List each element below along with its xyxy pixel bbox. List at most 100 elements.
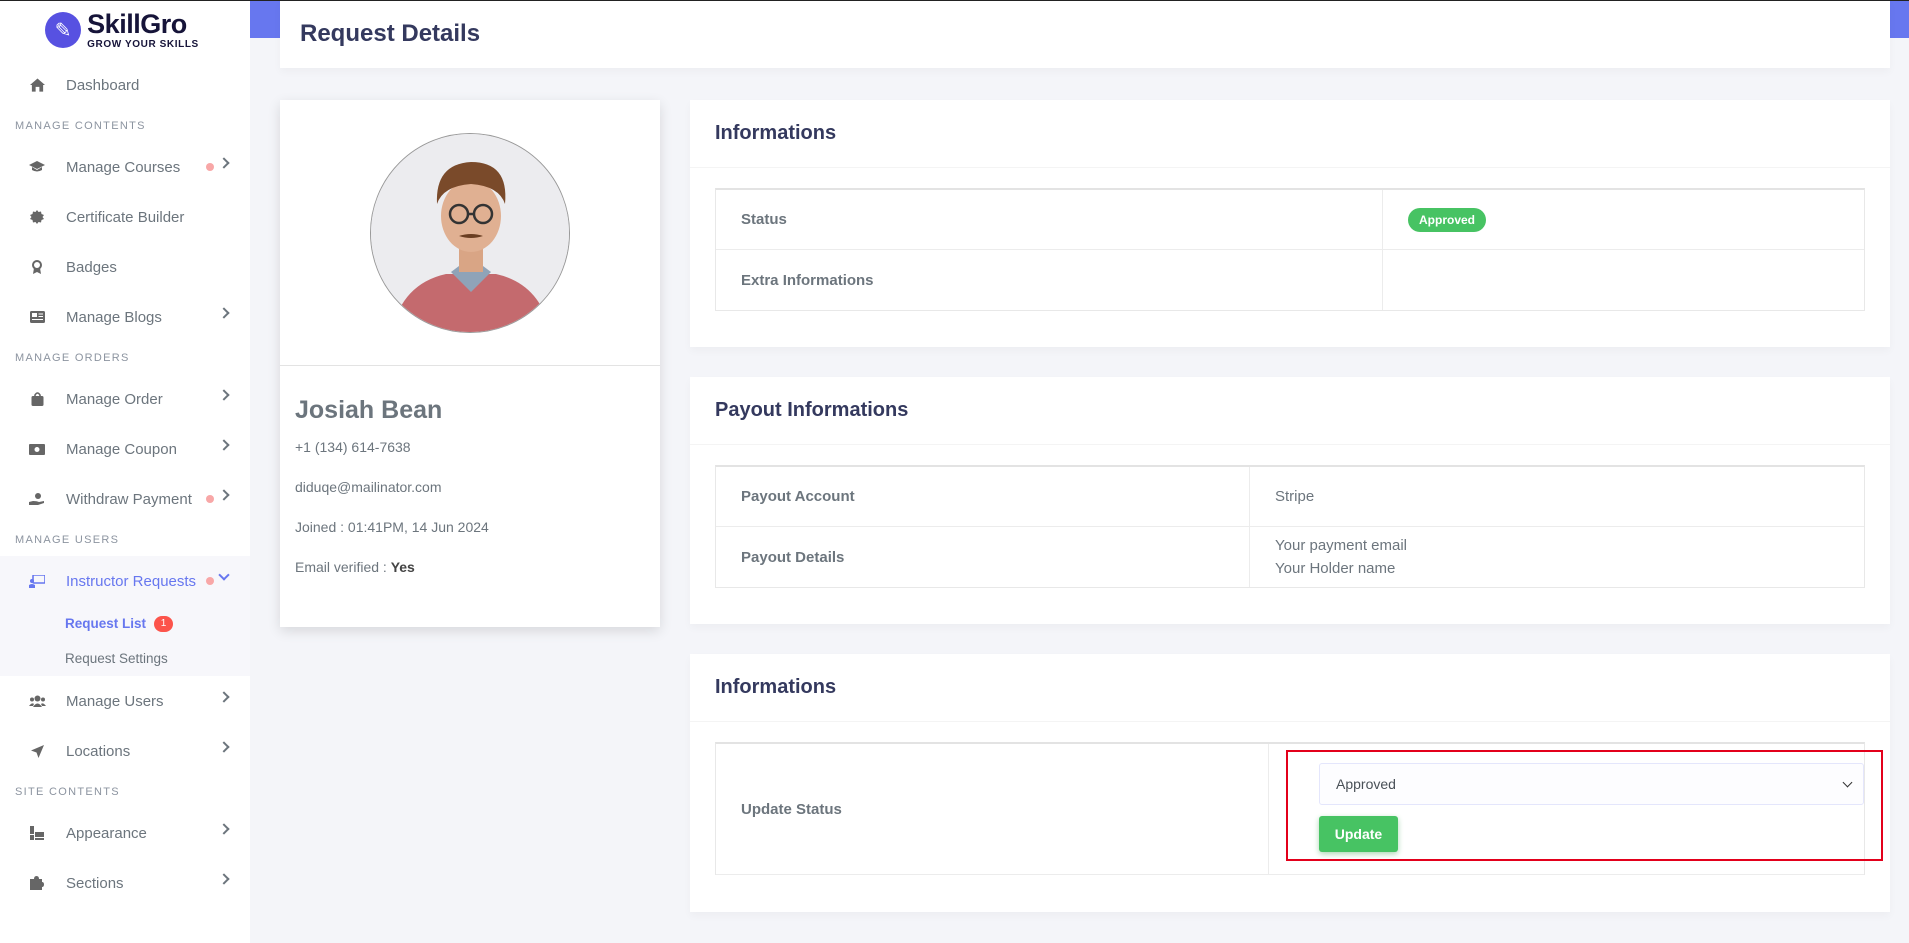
home-icon [27,75,47,95]
sidebar-item-label: Certificate Builder [66,208,185,226]
update-card-title: Informations [690,654,1890,722]
sidebar-subitem-request-list[interactable]: Request List 1 [0,606,250,641]
sidebar-item-manage-coupon[interactable]: Manage Coupon [0,424,250,474]
payout-details-label: Payout Details [716,527,1250,587]
chevron-right-icon [218,439,230,451]
page-header: Request Details [280,0,1890,68]
users-icon [27,691,47,711]
chevron-right-icon [218,489,230,501]
email-verified-label: Email verified : [295,559,391,575]
table-row: Payout Details Your payment email Your H… [716,527,1864,587]
notification-dot [206,577,214,585]
extra-informations-label: Extra Informations [716,250,1383,310]
brand-name: SkillGro [87,8,187,39]
profile-card: Josiah Bean +1 (134) 614-7638 diduqe@mai… [280,100,660,627]
newspaper-icon [27,307,47,327]
update-status-card: Informations Update Status Approved Upda… [690,654,1890,912]
sidebar-item-label: Manage Users [66,692,164,710]
status-badge: Approved [1408,207,1487,232]
table-row: Status Approved [716,190,1864,250]
top-border [0,0,1909,1]
payout-informations-card: Payout Informations Payout Account Strip… [690,377,1890,624]
graduation-cap-icon [27,157,47,177]
menu-header-manage-contents: MANAGE CONTENTS [15,120,146,132]
sidebar-item-manage-courses[interactable]: Manage Courses [0,142,250,192]
chevron-right-icon [218,157,230,169]
request-count-badge: 1 [154,615,174,632]
sidebar-item-label: Badges [66,258,117,276]
table-row: Extra Informations [716,250,1864,310]
sidebar-subitem-label: Request List [65,616,147,631]
sidebar-item-sections[interactable]: Sections [0,858,250,908]
submenu-instructor-requests: Request List 1 Request Settings [0,606,250,676]
update-button[interactable]: Update [1319,816,1398,852]
avatar [370,132,570,333]
sidebar-subitem-label: Request Settings [65,651,168,666]
payout-card-title: Payout Informations [690,377,1890,445]
chevron-down-icon [218,569,230,581]
brand-logo[interactable]: ✎ SkillGro GROW YOUR SKILLS [0,0,250,60]
chalkboard-user-icon [27,571,47,591]
sidebar-item-label: Locations [66,742,131,760]
brand-tagline: GROW YOUR SKILLS [87,38,199,50]
payout-details-line: Your payment email [1275,537,1408,554]
sidebar-item-label: Withdraw Payment [66,490,192,508]
profile-name: Josiah Bean [295,396,443,424]
informations-card: Informations Status Approved Extra Infor… [690,100,1890,347]
profile-email: diduqe@mailinator.com [295,479,442,495]
sidebar-item-manage-blogs[interactable]: Manage Blogs [0,292,250,342]
sidebar-item-certificate-builder[interactable]: Certificate Builder [0,192,250,242]
status-select-value: Approved [1336,776,1396,792]
sidebar-item-instructor-requests[interactable]: Instructor Requests [0,556,250,606]
sidebar-item-withdraw-payment[interactable]: Withdraw Payment [0,474,250,524]
shopping-bag-icon [27,389,47,409]
email-verified-value: Yes [390,559,415,575]
chevron-right-icon [218,389,230,401]
informations-table: Status Approved Extra Informations [715,188,1865,311]
payout-table: Payout Account Stripe Payout Details You… [715,465,1865,588]
sidebar-item-label: Manage Coupon [66,440,177,458]
sidebar-item-badges[interactable]: Badges [0,242,250,292]
sidebar-item-label: Appearance [66,824,147,842]
logo-icon: ✎ [45,12,82,48]
sidebar-item-label: Manage Blogs [66,308,162,326]
update-status-label: Update Status [716,744,1269,874]
table-row: Payout Account Stripe [716,467,1864,527]
sidebar-item-label: Sections [66,874,124,892]
sidebar-item-appearance[interactable]: Appearance [0,808,250,858]
informations-card-title: Informations [690,100,1890,168]
notification-dot [206,495,214,503]
profile-phone: +1 (134) 614-7638 [295,439,411,455]
chevron-right-icon [218,873,230,885]
sidebar-item-dashboard[interactable]: Dashboard [0,60,250,110]
money-bill-icon [27,439,47,459]
page-title: Request Details [300,20,481,47]
header-accent-left [250,0,280,38]
puzzle-piece-icon [27,873,47,893]
hand-holding-dollar-icon [27,489,47,509]
location-arrow-icon [27,741,47,761]
menu-header-manage-users: MANAGE USERS [15,534,120,546]
menu-header-manage-orders: MANAGE ORDERS [15,352,130,364]
sidebar-item-locations[interactable]: Locations [0,726,250,776]
header-accent-right [1890,0,1909,38]
sidebar-item-label: Instructor Requests [66,572,197,590]
sidebar-subitem-request-settings[interactable]: Request Settings [0,641,250,676]
payout-details-line: Your Holder name [1275,560,1396,577]
certificate-icon [27,207,47,227]
award-icon [27,257,47,277]
chevron-right-icon [218,691,230,703]
sidebar-item-manage-users[interactable]: Manage Users [0,676,250,726]
paint-roller-icon [27,823,47,843]
chevron-right-icon [218,823,230,835]
payout-account-label: Payout Account [716,467,1250,526]
status-select[interactable]: Approved [1319,763,1864,805]
status-label: Status [716,190,1383,249]
sidebar: ✎ SkillGro GROW YOUR SKILLS Dashboard MA… [0,0,250,943]
sidebar-item-label: Manage Courses [66,158,181,176]
payout-details-value: Your payment email Your Holder name [1250,527,1407,587]
status-value-cell: Approved [1383,190,1487,249]
profile-email-verified: Email verified : Yes [295,559,645,575]
sidebar-item-manage-order[interactable]: Manage Order [0,374,250,424]
menu-header-site-contents: SITE CONTENTS [15,786,120,798]
